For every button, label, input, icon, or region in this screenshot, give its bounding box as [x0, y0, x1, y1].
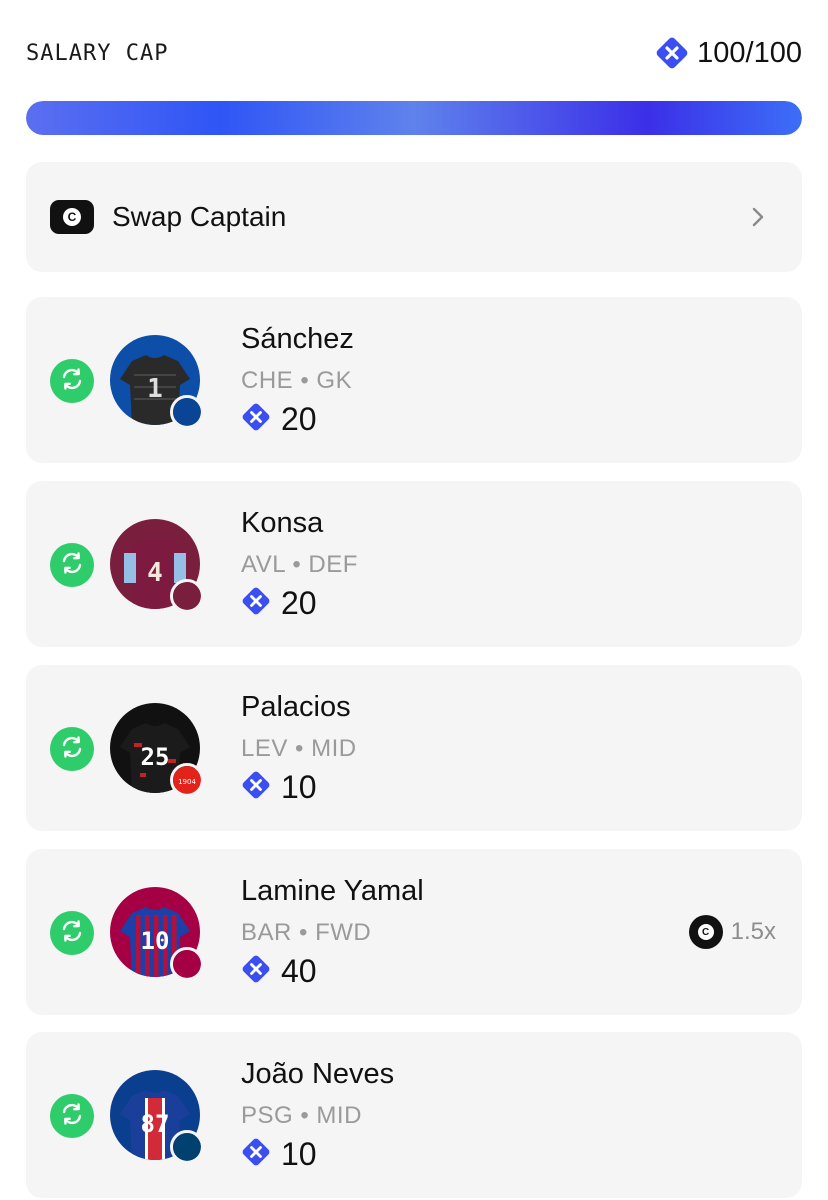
player-name: João Neves — [241, 1058, 395, 1090]
player-name: Konsa — [241, 507, 324, 539]
swap-player-button[interactable] — [50, 1094, 94, 1138]
player-price: 20 — [241, 585, 317, 622]
player-name: Sánchez — [241, 323, 354, 355]
player-price: 20 — [241, 401, 317, 438]
credits-icon — [241, 770, 271, 805]
credits-icon — [241, 586, 271, 621]
club-badge-icon: 1904 — [170, 763, 204, 797]
chevron-right-icon — [752, 207, 764, 227]
multiplier-value: 1.5x — [730, 918, 776, 945]
player-card[interactable]: 25 1904 Palacios LEV • MID 10 — [26, 665, 802, 831]
credits-icon — [241, 402, 271, 437]
credits-icon — [241, 954, 271, 989]
salary-cap-progress-bar — [26, 101, 802, 135]
player-price-value: 10 — [281, 1136, 317, 1172]
player-club-position: LEV • MID — [241, 735, 357, 762]
captain-multiplier: C 1.5x — [688, 915, 776, 949]
player-card[interactable]: 4 Konsa AVL • DEF 20 — [26, 481, 802, 647]
svg-text:87: 87 — [141, 1110, 170, 1138]
salary-cap-header: SALARY CAP 100/100 — [26, 30, 802, 76]
player-price: 40 — [241, 953, 317, 990]
salary-cap-label: SALARY CAP — [26, 40, 169, 66]
player-card[interactable]: 87 João Neves PSG • MID 10 — [26, 1032, 802, 1198]
club-badge-icon — [170, 579, 204, 613]
player-price-value: 20 — [281, 585, 317, 621]
swap-player-button[interactable] — [50, 911, 94, 955]
swap-icon — [59, 550, 85, 581]
swap-icon — [59, 366, 85, 397]
swap-captain-label: Swap Captain — [112, 201, 287, 232]
player-name: Palacios — [241, 691, 351, 723]
swap-player-button[interactable] — [50, 359, 94, 403]
swap-icon — [59, 918, 85, 949]
player-card[interactable]: 1 Sánchez CHE • GK 20 — [26, 297, 802, 463]
salary-cap-value-group: 100/100 — [655, 36, 802, 70]
svg-text:25: 25 — [141, 743, 170, 771]
swap-icon — [59, 734, 85, 765]
player-price-value: 10 — [281, 769, 317, 805]
player-club-position: BAR • FWD — [241, 919, 372, 946]
club-badge-icon — [170, 1130, 204, 1164]
player-club-position: CHE • GK — [241, 367, 353, 394]
club-badge-icon — [170, 395, 204, 429]
captain-badge-letter: C — [697, 924, 714, 940]
salary-cap-value: 100/100 — [697, 36, 802, 69]
player-price-value: 40 — [281, 953, 317, 989]
player-price: 10 — [241, 769, 317, 806]
swap-player-button[interactable] — [50, 543, 94, 587]
player-club-position: AVL • DEF — [241, 551, 358, 578]
svg-text:4: 4 — [147, 558, 163, 588]
svg-text:10: 10 — [141, 927, 170, 955]
club-badge-icon — [170, 947, 204, 981]
captain-c-icon: C — [688, 915, 723, 949]
player-name: Lamine Yamal — [241, 875, 424, 907]
player-price-value: 20 — [281, 401, 317, 437]
player-price: 10 — [241, 1136, 317, 1173]
swap-icon — [59, 1101, 85, 1132]
player-club-position: PSG • MID — [241, 1102, 362, 1129]
credits-icon — [655, 36, 689, 70]
svg-text:1904: 1904 — [178, 778, 196, 786]
svg-text:1: 1 — [147, 374, 163, 404]
swap-player-button[interactable] — [50, 727, 94, 771]
captain-c-icon: C — [50, 200, 94, 234]
credits-icon — [241, 1137, 271, 1172]
swap-captain-button[interactable]: C Swap Captain — [26, 162, 802, 272]
captain-badge-letter: C — [63, 208, 81, 226]
salary-cap-progress-fill — [26, 101, 802, 135]
player-card[interactable]: 10 Lamine Yamal BAR • FWD 40 C 1.5x — [26, 849, 802, 1015]
